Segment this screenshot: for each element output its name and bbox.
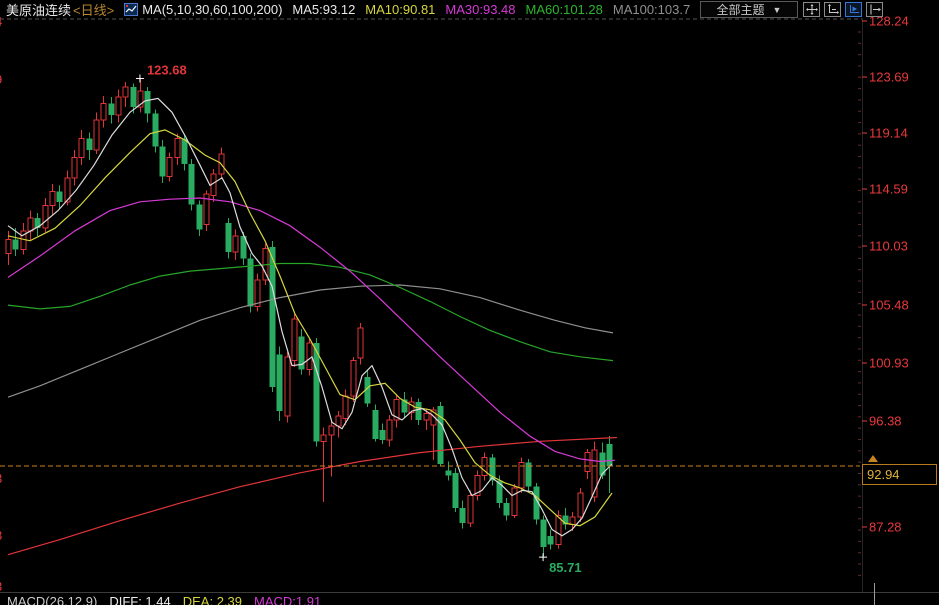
svg-text:123.69: 123.69	[869, 70, 909, 85]
chart-toolbar: 全部主题 ▼	[700, 1, 883, 18]
themes-dropdown[interactable]: 全部主题 ▼	[700, 1, 798, 18]
svg-text:119.14: 119.14	[869, 126, 908, 141]
ma60-value: MA60:101.28	[526, 2, 603, 17]
left-axis-clipped-digit: 9	[0, 72, 2, 87]
pan-right-icon[interactable]	[866, 2, 883, 17]
auto-scale-icon[interactable]	[845, 2, 862, 17]
chevron-down-icon: ▼	[773, 5, 782, 15]
svg-text:87.28: 87.28	[869, 520, 902, 535]
svg-text:110.03: 110.03	[869, 239, 908, 254]
ma-settings-label[interactable]: MA(5,10,30,60,100,200)	[142, 2, 282, 17]
left-axis-clipped-digit: 3	[0, 471, 2, 486]
last-price-tag: 92.94	[862, 464, 937, 485]
svg-text:100.93: 100.93	[869, 356, 909, 371]
symbol-name[interactable]: 美原油连续	[6, 0, 71, 19]
pane-divider[interactable]	[0, 592, 939, 593]
macd-dea-value: DEA: 2.39	[183, 594, 242, 605]
ma10-value: MA10:90.81	[365, 2, 435, 17]
macd-macd-value: MACD:1.91	[254, 594, 321, 605]
ma30-value: MA30:93.48	[445, 2, 515, 17]
chart-type-icon[interactable]	[124, 3, 138, 16]
themes-dropdown-label: 全部主题	[717, 1, 765, 18]
axis-scale-icon[interactable]	[824, 2, 841, 17]
pan-move-icon[interactable]	[803, 2, 820, 17]
chart-tool-buttons	[803, 2, 883, 17]
low-price-annotation: 85.71	[549, 560, 582, 575]
price-up-arrow-icon	[868, 455, 878, 462]
macd-pane-header: MACD(26,12,9) DIFF: 1.44 DEA: 2.39 MACD:…	[7, 594, 321, 605]
last-price-value: 92.94	[867, 467, 900, 482]
ma100-value: MA100:103.7	[613, 2, 690, 17]
pane-divider-handle[interactable]	[874, 583, 875, 605]
period-label[interactable]: <日线>	[73, 0, 114, 19]
ma5-value: MA5:93.12	[292, 2, 355, 17]
candles	[6, 78, 613, 557]
svg-text:105.48: 105.48	[869, 298, 909, 313]
macd-settings-label[interactable]: MACD(26,12,9)	[7, 594, 97, 605]
candlestick-chart[interactable]: 128.24123.69119.14114.59110.03105.48100.…	[0, 0, 939, 605]
ma-line-ma30	[8, 198, 615, 462]
macd-diff-value: DIFF: 1.44	[109, 594, 170, 605]
svg-text:96.38: 96.38	[869, 414, 902, 429]
low-cross-marker	[539, 553, 547, 561]
high-price-annotation: 123.68	[147, 62, 187, 77]
left-axis-clipped-digit: 8	[0, 528, 2, 543]
high-cross-marker	[136, 74, 144, 82]
trading-app-window: 128.24123.69119.14114.59110.03105.48100.…	[0, 0, 939, 605]
ma-line-ma200	[8, 438, 617, 555]
svg-text:114.59: 114.59	[869, 182, 908, 197]
chart-legend-header: 美原油连续 <日线> MA(5,10,30,60,100,200) MA5:93…	[0, 0, 690, 18]
